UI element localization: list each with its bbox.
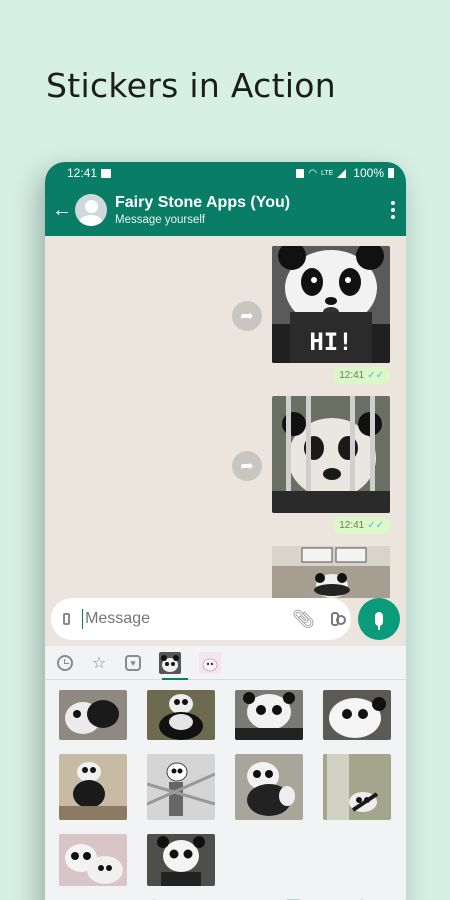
wifi-icon: ◠	[308, 167, 317, 179]
sticker-message: ➦ HI! 12:41 ✓✓	[232, 246, 390, 384]
picker-bottom-nav: ⌕ ☺ ▭ ◩ ⊕	[45, 888, 406, 900]
chat-header: ← Fairy Stone Apps (You) Message yoursel…	[45, 184, 406, 236]
headline: Stickers in Action	[46, 66, 337, 105]
emoji-icon[interactable]: ☺	[146, 896, 162, 900]
back-arrow-icon[interactable]: ←	[51, 200, 73, 220]
phone-screen: 12:41 ◠ LTE 100% ← Fairy Stone Apps (You…	[45, 162, 406, 900]
sticker-grid	[45, 680, 406, 886]
read-ticks-icon: ✓✓	[367, 370, 384, 381]
favorites-icon[interactable]: ☆	[91, 655, 107, 672]
compose-box: 📎︎	[51, 598, 351, 640]
sticker-item[interactable]	[235, 690, 303, 740]
message-time: 12:41 ✓✓	[333, 367, 390, 384]
active-tab-indicator	[162, 678, 188, 680]
message-time: 12:41 ✓✓	[333, 517, 390, 534]
avatar[interactable]	[75, 194, 107, 226]
attach-icon[interactable]: 📎︎	[292, 609, 315, 630]
sticker-item[interactable]	[147, 834, 215, 886]
gallery-notification-icon	[101, 168, 112, 178]
sticker-item[interactable]	[59, 754, 127, 820]
mic-button[interactable]	[358, 598, 400, 640]
forward-icon[interactable]: ➦	[232, 301, 262, 331]
pack-panda-tab[interactable]	[159, 651, 181, 674]
lte-label: LTE	[320, 169, 334, 177]
battery-percent: 100%	[353, 166, 384, 180]
sticker-text: HI!	[309, 328, 352, 356]
battery-icon	[388, 168, 394, 178]
read-ticks-icon: ✓✓	[367, 520, 384, 531]
sticker-message	[272, 546, 390, 598]
chat-title: Fairy Stone Apps (You)	[115, 194, 291, 211]
message-input[interactable]	[85, 610, 293, 628]
status-bar: 12:41 ◠ LTE 100%	[45, 162, 406, 184]
sticker-item[interactable]	[147, 690, 215, 740]
heart-icon[interactable]: ♥	[125, 654, 141, 671]
chat-area: ➦ HI! 12:41 ✓✓ ➦ 12:41 ✓✓	[45, 236, 406, 598]
sticker-item[interactable]	[59, 834, 127, 886]
sticker-item[interactable]	[323, 690, 391, 740]
text-caret	[82, 609, 84, 629]
camera-icon[interactable]	[330, 612, 347, 626]
compose-bar: 📎︎	[45, 598, 406, 646]
chat-subtitle: Message yourself	[115, 214, 206, 226]
chat-titles[interactable]: Fairy Stone Apps (You) Message yourself	[115, 194, 390, 226]
sticker-picker: ☆ ♥	[45, 646, 406, 900]
overflow-menu-icon[interactable]	[390, 201, 396, 219]
panda-bars-sticker[interactable]	[272, 396, 390, 513]
sticker-icon[interactable]: ◩	[286, 895, 301, 900]
panda-hi-sticker[interactable]: HI!	[272, 246, 390, 363]
sticker-pack-tabs: ☆ ♥	[45, 646, 406, 680]
add-icon[interactable]: ⊕	[355, 895, 368, 900]
forward-icon[interactable]: ➦	[232, 451, 262, 481]
recent-icon[interactable]	[57, 654, 73, 671]
sticker-item[interactable]	[235, 754, 303, 820]
gif-icon[interactable]: ▭	[216, 895, 231, 900]
pack-cat-tab[interactable]	[199, 651, 221, 674]
search-icon[interactable]: ⌕	[82, 896, 91, 900]
keyboard-icon[interactable]	[63, 613, 71, 625]
sticker-item[interactable]	[147, 754, 215, 820]
sticker-item[interactable]	[59, 690, 127, 740]
panda-window-sticker[interactable]	[272, 546, 390, 598]
mute-icon	[296, 168, 305, 178]
mic-icon	[375, 612, 383, 630]
sticker-message: ➦ 12:41 ✓✓	[232, 396, 390, 534]
signal-icon	[337, 168, 347, 178]
status-time: 12:41	[67, 166, 98, 180]
sticker-item[interactable]	[323, 754, 391, 820]
